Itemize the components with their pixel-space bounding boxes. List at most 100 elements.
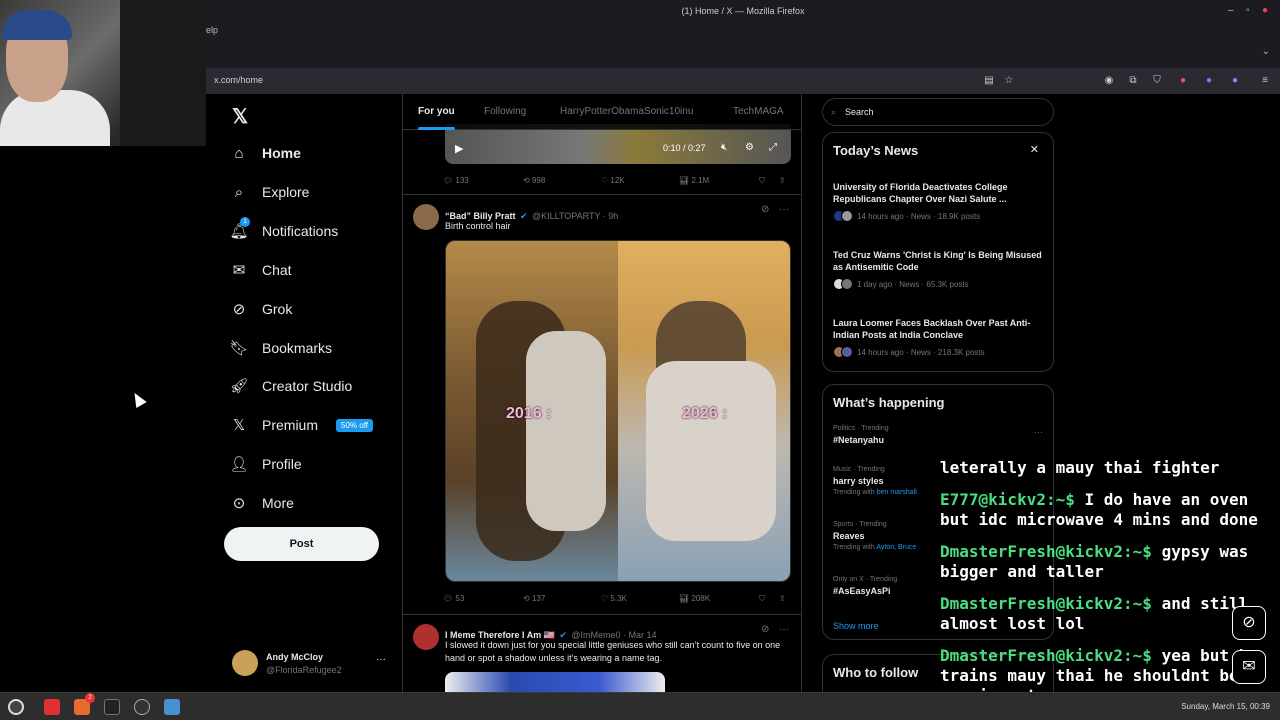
tab-for-you[interactable]: For you (418, 106, 455, 117)
play-icon[interactable]: ▶ (455, 142, 463, 155)
views-button[interactable]: 📊︎ 208K (679, 594, 710, 603)
sidebar-item-explore[interactable]: ⌕ Explore (230, 178, 310, 206)
sidebar-item-creator-studio[interactable]: 🚀︎ Creator Studio (229, 372, 353, 400)
sidebar-item-more[interactable]: ⊙ More (230, 489, 294, 517)
grok-icon[interactable]: ⊘ (761, 624, 769, 635)
like-button[interactable]: ♡ 12K (601, 176, 625, 185)
sidebar-item-label: Explore (262, 184, 310, 200)
show-more-link[interactable]: Show more (833, 621, 879, 631)
more-dots-icon[interactable]: ··· (779, 204, 789, 215)
grok-float-icon[interactable]: ⊘ (1232, 606, 1266, 640)
timeline: ▶ 0:10 / 0:27 🔇︎ ⚙ ⤢ 💬︎ 133 ⟲ 998 ♡ 12K … (402, 94, 802, 692)
sidebar-item-grok[interactable]: ⊘ Grok (230, 295, 293, 323)
sidebar-item-profile[interactable]: 👤︎ Profile (229, 450, 302, 478)
todays-news-card: Today’s News ✕ University of Florida Dea… (822, 132, 1054, 372)
trend-item[interactable]: Politics · Trending #Netanyahu ··· (833, 425, 1043, 445)
bookmark-icon[interactable]: ⛉ (759, 176, 765, 186)
verified-icon: ✔ (519, 211, 528, 221)
news-meta: 1 day ago · News · 65.3K posts (833, 278, 1043, 290)
tweet-actions: 💬︎ 53 ⟲ 137 ♡ 5.3K 📊︎ 208K ⛉ ⇪ (443, 592, 793, 606)
chat-message: E777@kickv2:~$ I do have an oven but idc… (940, 490, 1258, 529)
more-dots-icon[interactable]: ··· (376, 654, 386, 665)
share-icon[interactable]: ⇪ (779, 176, 786, 185)
sidebar-item-premium[interactable]: 𝕏 Premium 50% off (230, 411, 373, 439)
whats-happening-title: What’s happening (833, 395, 945, 410)
tab-list-chevron-icon[interactable]: ⌄ (1262, 46, 1270, 57)
addon-2-icon[interactable]: ● (1202, 74, 1216, 88)
account-switcher[interactable]: Andy McCloy @FloridaRefugee2 ··· (232, 650, 402, 682)
url-text[interactable]: x.com/home (214, 75, 263, 85)
search-icon: ⌕ (234, 183, 244, 201)
menu-icon[interactable]: ≡ (1258, 74, 1272, 88)
avatar[interactable] (413, 624, 439, 650)
sidebar-item-bookmarks[interactable]: 🔖︎ Bookmarks (229, 334, 332, 362)
shield-icon[interactable]: ⛉ (1150, 74, 1164, 88)
repost-button[interactable]: ⟲ 998 (523, 176, 545, 185)
share-icon[interactable]: ⇪ (779, 594, 786, 603)
menu-help[interactable]: elp (206, 25, 218, 35)
account-icon[interactable]: ◉ (1102, 74, 1116, 88)
chat-message: DmasterFresh@kickv2:~$ and still almost … (940, 594, 1249, 633)
tweet-image[interactable]: 2016 : 2026 : (445, 240, 791, 582)
reply-button[interactable]: 💬︎ 133 (443, 176, 469, 185)
news-headline: Laura Loomer Faces Backlash Over Past An… (833, 318, 1031, 340)
sidebar-item-notifications[interactable]: 🔔︎ 1 Notifications (229, 217, 338, 245)
sidebar-item-home[interactable]: ⌂ Home (230, 139, 301, 167)
fullscreen-icon[interactable]: ⤢ (769, 142, 777, 153)
sidebar-item-label: Profile (262, 456, 302, 472)
like-button[interactable]: ♡ 5.3K (601, 594, 627, 603)
search-input[interactable]: ⌕ Search (822, 98, 1054, 126)
news-item[interactable]: Ted Cruz Warns 'Christ is King' Is Being… (833, 249, 1043, 290)
terminal-icon[interactable] (104, 699, 120, 715)
reader-view-icon[interactable]: ▤ (982, 74, 996, 88)
tweet-actions: 💬︎ 133 ⟲ 998 ♡ 12K 📊︎ 2.1M ⛉ ⇪ (443, 174, 793, 188)
tab-list-2[interactable]: TechMAGA (733, 106, 784, 117)
tweet-text: I slowed it down just for you special li… (445, 640, 781, 663)
sidebar-item-label: Premium (262, 417, 319, 433)
views-button[interactable]: 📊︎ 2.1M (679, 176, 709, 185)
tweet-media[interactable] (445, 672, 665, 692)
start-menu-icon[interactable] (8, 699, 24, 715)
messages-float-icon[interactable]: ✉ (1232, 650, 1266, 684)
extensions-icon[interactable]: ⧉ (1126, 74, 1140, 88)
author-handle[interactable]: @KILLTOPARTY · 9h (532, 211, 618, 221)
addon-icon[interactable]: ● (1176, 74, 1190, 88)
sidebar-item-chat[interactable]: ✉ Chat (230, 256, 292, 284)
mute-icon[interactable]: 🔇︎ (721, 142, 727, 153)
sidebar-item-label: Home (262, 145, 301, 161)
news-item[interactable]: Laura Loomer Faces Backlash Over Past An… (833, 317, 1043, 358)
close-icon[interactable]: ✕ (1030, 143, 1039, 156)
search-icon: ⌕ (831, 107, 837, 117)
more-dots-icon[interactable]: ··· (779, 624, 789, 635)
news-item[interactable]: University of Florida Deactivates Colleg… (833, 181, 1043, 222)
maximize-button[interactable]: ▫ (1246, 5, 1250, 16)
active-tab-indicator (418, 127, 455, 130)
close-window-button[interactable]: ● (1262, 5, 1268, 16)
video-player[interactable]: ▶ 0:10 / 0:27 🔇︎ ⚙ ⤢ (445, 124, 791, 164)
sidebar-item-label: Chat (262, 262, 292, 278)
bookmark-star-icon[interactable]: ☆ (1002, 74, 1016, 88)
grok-icon[interactable]: ⊘ (761, 204, 769, 215)
tab-list-1[interactable]: HarryPotterObamaSonic10inu (560, 106, 693, 117)
tab-following[interactable]: Following (484, 106, 526, 117)
avatar[interactable] (413, 204, 439, 230)
person-icon: 👤︎ (229, 456, 249, 473)
bookmark-icon[interactable]: ⛉ (759, 594, 765, 604)
stream-chat-overlay: leterally a mauy thai fighter E777@kickv… (940, 458, 1280, 720)
settings-gear-icon[interactable]: ⚙ (745, 142, 754, 153)
sidebar-item-label: Creator Studio (262, 378, 353, 394)
minimize-button[interactable]: – (1228, 5, 1234, 16)
more-dots-icon[interactable]: ··· (1034, 427, 1043, 437)
firefox-icon[interactable]: 2 (74, 693, 95, 715)
addon-3-icon[interactable]: ● (1228, 74, 1242, 88)
clock[interactable]: Sunday, March 15, 00:39 (1181, 702, 1270, 711)
tweet-text: Birth control hair (445, 221, 511, 231)
repost-button[interactable]: ⟲ 137 (523, 594, 545, 603)
reply-button[interactable]: 💬︎ 53 (443, 594, 464, 603)
files-icon[interactable] (44, 699, 60, 715)
url-bar[interactable]: x.com/home ▤ ☆ ◉ ⧉ ⛉ ● ● ● ≡ (206, 68, 1280, 94)
post-button[interactable]: Post (224, 527, 379, 561)
obs-icon[interactable] (134, 699, 150, 715)
x-logo-icon[interactable]: 𝕏 (232, 104, 248, 129)
app-icon[interactable] (164, 699, 180, 715)
